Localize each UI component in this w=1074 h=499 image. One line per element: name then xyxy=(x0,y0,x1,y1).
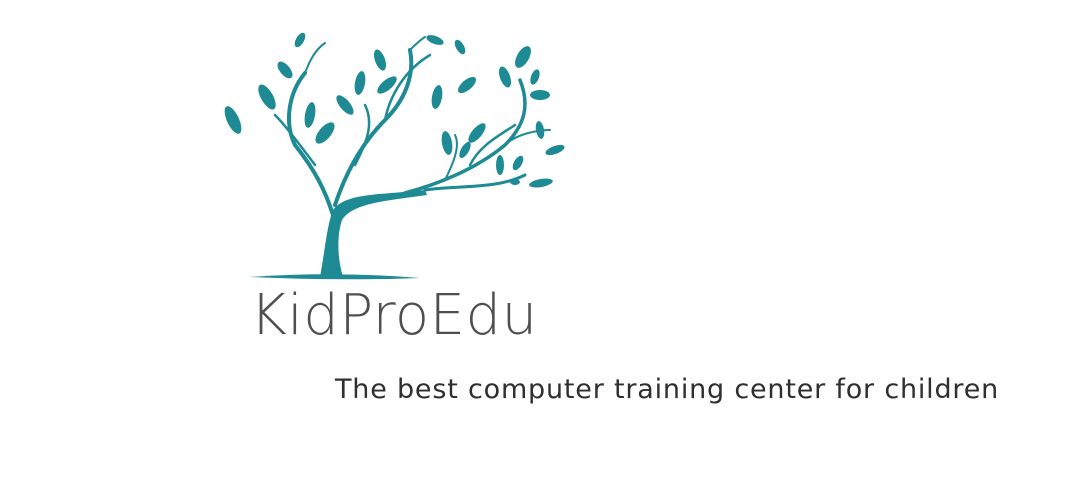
logo-page: KidProEdu The best computer training cen… xyxy=(0,0,1074,499)
tree-icon xyxy=(224,32,565,280)
brand-name: KidProEdu xyxy=(250,283,538,348)
tagline: The best computer training center for ch… xyxy=(335,374,1000,405)
